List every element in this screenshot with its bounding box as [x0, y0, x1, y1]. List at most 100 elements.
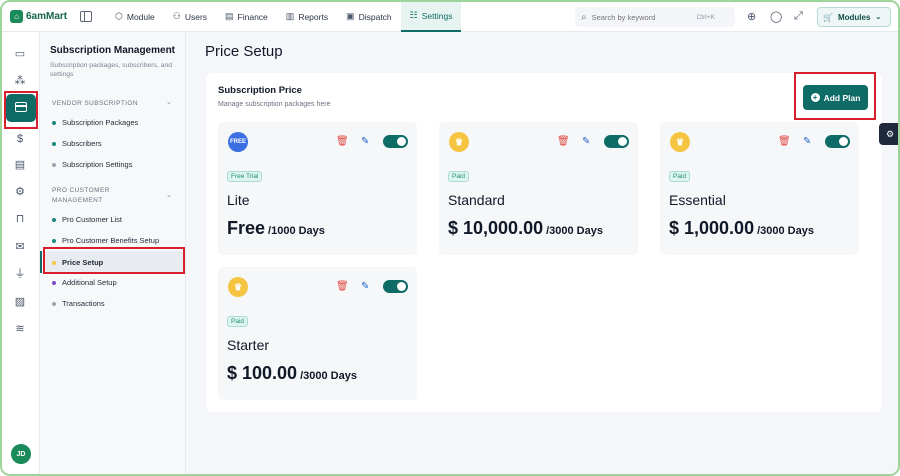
finance-icon: ▤ [225, 11, 234, 21]
submenu-item-label: Price Setup [62, 258, 104, 267]
modules-grid-icon[interactable]: ⁂ [13, 74, 27, 88]
submenu-item-pro-customer-benefits-setup[interactable]: Pro Customer Benefits Setup [52, 236, 159, 245]
plan-card-standard: ♛ 🗑 ✎ Paid Standard $ 10,000.00/3000 Day… [439, 122, 638, 255]
active-indicator [40, 251, 42, 273]
plan-duration: /3000 Days [757, 225, 814, 237]
chevron-down-icon: ⌄ [875, 14, 882, 21]
submenu-item-subscription-packages[interactable]: Subscription Packages [52, 118, 138, 127]
submenu-item-label: Subscribers [62, 139, 102, 148]
nav-module-label: Module [126, 11, 155, 22]
mail-icon[interactable]: ✉ [13, 240, 27, 254]
globe-icon[interactable]: ⊕ [747, 10, 756, 23]
top-navbar: ⌂ 6amMart ⬡ Module ⚇ Users ▤ Finance ▥ Repor… [2, 2, 898, 32]
add-plan-button[interactable]: + Add Plan [803, 85, 868, 110]
edit-icon[interactable]: ✎ [361, 136, 369, 147]
page-title: Price Setup [205, 43, 283, 60]
plan-type-tag: Free Trial [227, 171, 263, 182]
submenu-item-additional-setup[interactable]: Additional Setup [52, 278, 117, 287]
app-logo[interactable]: ⌂ 6amMart [10, 10, 72, 23]
trash-icon[interactable]: 🗑 [778, 136, 791, 147]
chat-icon[interactable]: ◯ [770, 10, 782, 23]
briefcase-icon[interactable]: ▭ [13, 47, 27, 61]
submenu-description: Subscription packages, subscribers, and … [50, 62, 173, 79]
edit-icon[interactable]: ✎ [361, 281, 369, 292]
submenu-item-transactions[interactable]: Transactions [52, 299, 105, 308]
bullet-dot [52, 301, 56, 306]
submenu-title: Subscription Management [50, 45, 176, 56]
bullet-dot [52, 238, 56, 243]
lock-icon[interactable]: ⊓ [13, 212, 27, 226]
plan-duration: /1000 Days [268, 225, 325, 237]
image-icon[interactable]: ▨ [13, 295, 27, 309]
nav-settings[interactable]: ☷ Settings [400, 2, 462, 32]
trash-icon[interactable]: 🗑 [336, 136, 349, 147]
sidebar-toggle-icon[interactable] [80, 11, 92, 22]
plan-card-starter: ♛ 🗑 ✎ Paid Starter $ 100.00/3000 Days [218, 267, 417, 400]
document-icon[interactable]: ▤ [13, 158, 27, 172]
cart-icon: 🛒 [823, 12, 833, 22]
free-badge-icon: FREE [228, 132, 248, 152]
panel-title: Subscription Price [218, 85, 302, 96]
plan-name: Starter [227, 337, 270, 353]
nav-reports-label: Reports [298, 11, 329, 22]
nav-users[interactable]: ⚇ Users [164, 2, 216, 32]
bullet-dot [52, 260, 56, 265]
search-box[interactable]: ⌕ Ctrl+K [575, 7, 735, 27]
submenu-item-subscription-settings[interactable]: Subscription Settings [52, 160, 132, 169]
subscription-rail-item[interactable] [6, 94, 36, 122]
plan-duration: /3000 Days [300, 370, 357, 382]
plan-price-amount: $ 10,000.00 [448, 218, 544, 238]
crown-icon: ♛ [228, 277, 248, 297]
plus-circle-icon: + [810, 93, 820, 102]
search-input[interactable] [591, 12, 692, 22]
add-plan-label: Add Plan [823, 92, 861, 103]
crown-icon: ♛ [670, 132, 690, 152]
edit-icon[interactable]: ✎ [803, 136, 811, 147]
modules-label: Modules [837, 12, 871, 22]
bullet-dot [52, 120, 56, 125]
plug-icon[interactable]: ⏚ [13, 267, 27, 281]
plan-status-toggle[interactable] [383, 280, 408, 293]
bullet-dot [52, 280, 56, 285]
submenu-item-subscribers[interactable]: Subscribers [52, 139, 102, 148]
submenu-item-label: Additional Setup [62, 278, 117, 287]
plan-price: $ 1,000.00/3000 Days [669, 218, 814, 239]
plan-duration: /3000 Days [546, 225, 603, 237]
nav-dispatch[interactable]: ▣ Dispatch [337, 2, 401, 32]
search-shortcut: Ctrl+K [696, 13, 715, 21]
section-pro-customer-management[interactable]: PRO CUSTOMER MANAGEMENT [52, 186, 132, 206]
fullscreen-icon[interactable]: ⤢ [794, 10, 803, 23]
panel-subtitle: Manage subscription packages here [218, 101, 331, 108]
modules-dropdown[interactable]: 🛒 Modules ⌄ [817, 7, 891, 27]
nav-finance[interactable]: ▤ Finance [216, 2, 277, 32]
section-vendor-subscription[interactable]: VENDOR SUBSCRIPTION [52, 99, 138, 109]
nav-users-label: Users [184, 11, 208, 22]
submenu-item-price-setup[interactable]: Price Setup [52, 258, 103, 267]
plan-type-tag: Paid [448, 171, 470, 182]
plan-status-toggle[interactable] [825, 135, 850, 148]
plan-price-amount: $ 100.00 [227, 363, 298, 383]
plan-status-toggle[interactable] [383, 135, 408, 148]
users-icon: ⚇ [172, 11, 181, 21]
chevron-down-icon[interactable]: ⌄ [166, 191, 172, 199]
app-frame: ⌂ 6amMart ⬡ Module ⚇ Users ▤ Finance ▥ Repor… [0, 0, 900, 476]
submenu-item-pro-customer-list[interactable]: Pro Customer List [52, 215, 122, 224]
settings-icon: ☷ [409, 10, 418, 20]
gear-icon[interactable]: ⚙ [13, 185, 27, 199]
settings-side-tab[interactable]: ⚙ [879, 123, 898, 145]
trash-icon[interactable]: 🗑 [336, 281, 349, 292]
credit-card-icon [15, 102, 27, 112]
search-icon: ⌕ [581, 11, 587, 23]
logo-text: 6amMart [26, 11, 68, 22]
plan-name: Essential [669, 192, 726, 208]
nav-module[interactable]: ⬡ Module [106, 2, 164, 32]
nav-reports[interactable]: ▥ Reports [277, 2, 337, 32]
edit-icon[interactable]: ✎ [582, 136, 590, 147]
chevron-down-icon[interactable]: ⌄ [166, 98, 172, 106]
plan-status-toggle[interactable] [604, 135, 629, 148]
database-icon[interactable]: ≋ [13, 322, 27, 336]
trash-icon[interactable]: 🗑 [557, 136, 570, 147]
dollar-doc-icon[interactable]: $ [13, 132, 27, 146]
plan-price: $ 100.00/3000 Days [227, 363, 357, 384]
avatar[interactable]: JD [11, 444, 31, 464]
